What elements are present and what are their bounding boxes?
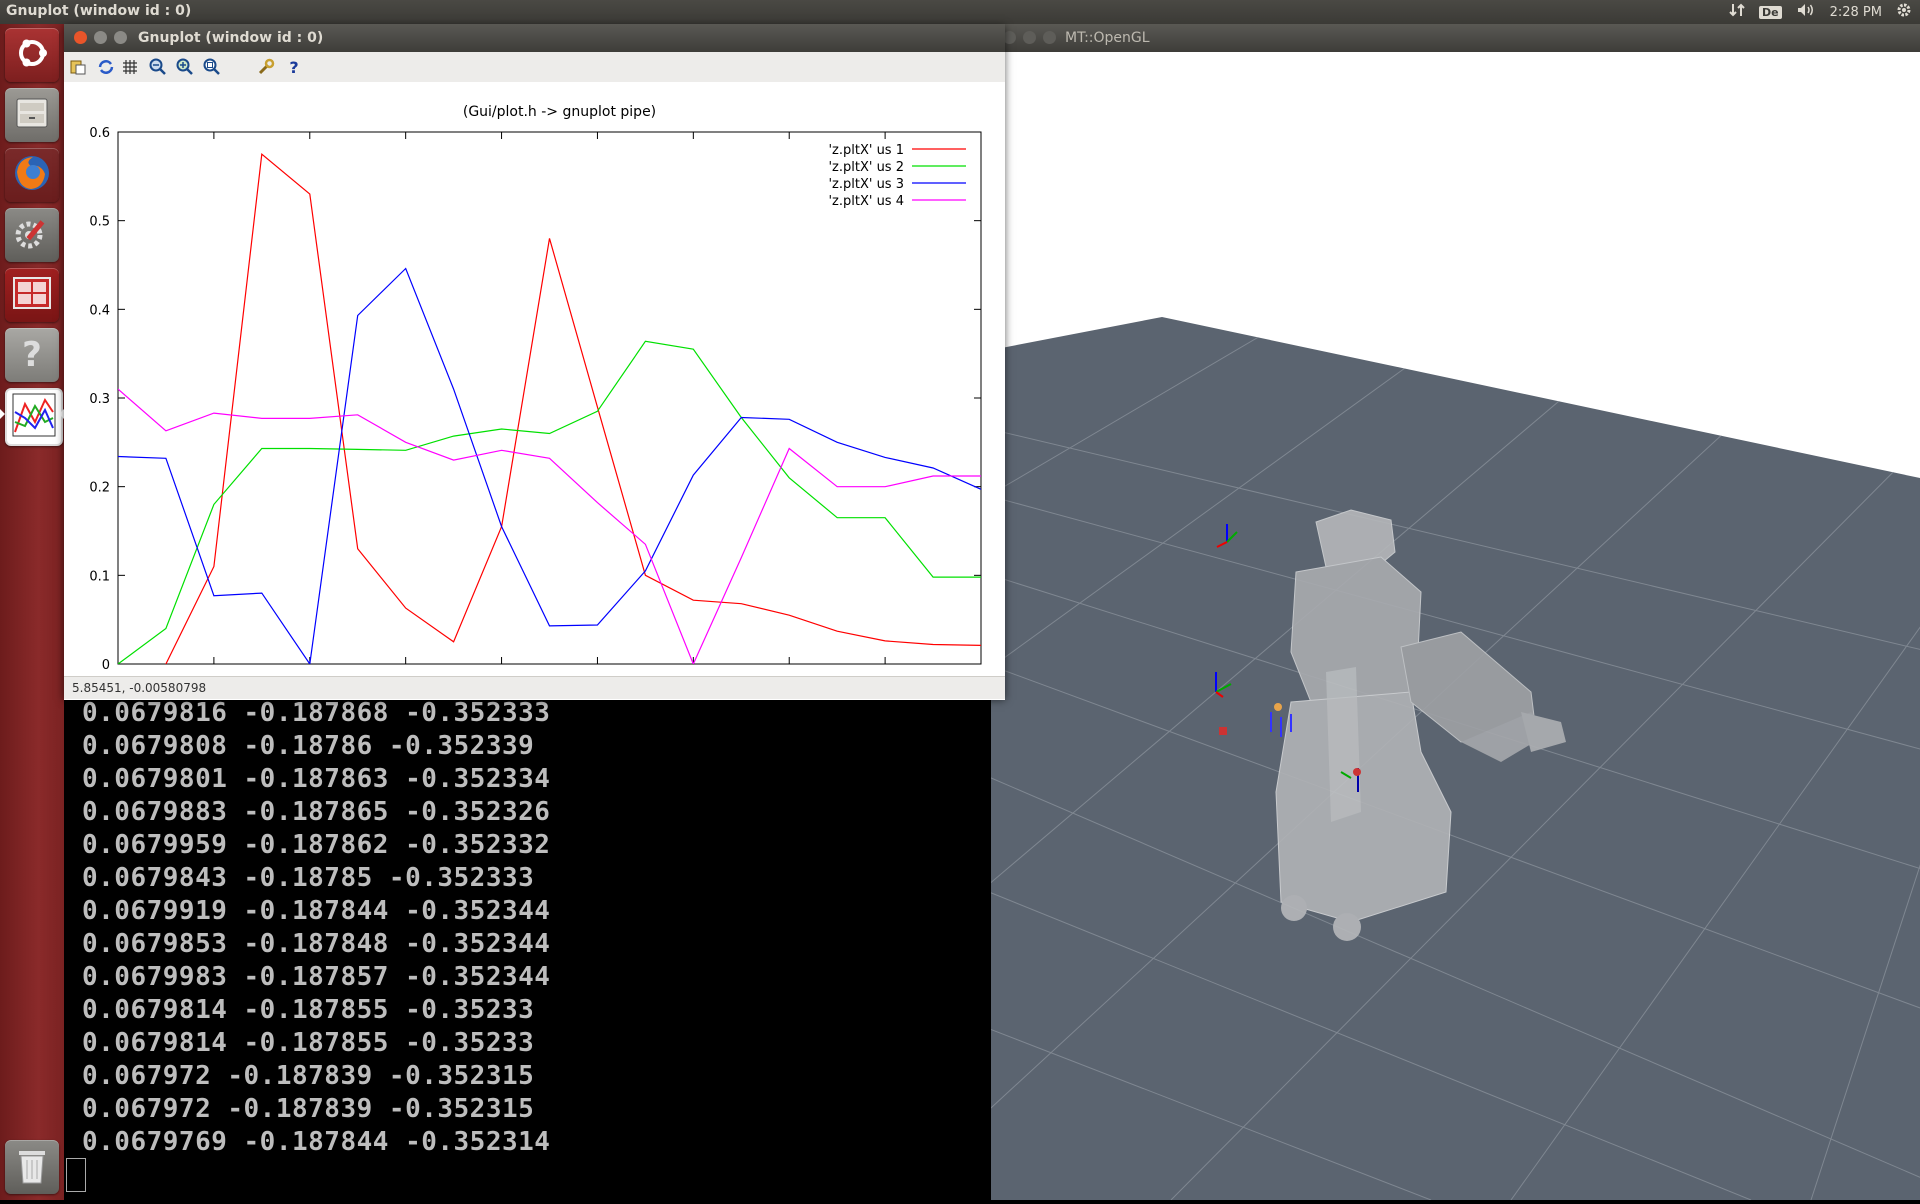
plot-frame [117,131,982,665]
maximize-icon[interactable] [114,31,127,44]
launcher-item-workspaces[interactable] [5,268,59,322]
terminal-line: 0.0679801 -0.187863 -0.352334 [82,764,551,794]
opengl-titlebar[interactable]: MT::OpenGL [991,24,1920,52]
floor-plane [991,317,1920,1200]
legend-label: 'z.pltX' us 4 [828,194,904,209]
gnuplot-window[interactable]: Gnuplot (window id : 0) ? (Gui/plot.h ->… [64,24,1005,700]
launcher-item-settings[interactable] [5,208,59,262]
gnuplot-titlebar[interactable]: Gnuplot (window id : 0) [64,24,1005,52]
series-line-3 [118,267,981,664]
launcher-item-gnuplot[interactable] [5,388,63,446]
terminal-line: 0.0679816 -0.187868 -0.352333 [82,698,551,728]
active-window-title: Gnuplot (window id : 0) [6,3,192,19]
series-line-4 [118,388,981,664]
y-tick-label: 0.1 [89,569,110,584]
y-tick-label: 0.3 [89,392,110,407]
grid-icon[interactable] [120,57,140,77]
legend-label: 'z.pltX' us 2 [828,160,904,175]
launcher-item-dash[interactable] [5,28,59,82]
zoom-next-icon[interactable] [175,57,195,77]
replot-icon[interactable] [96,57,116,77]
terminal-line: 0.0679769 -0.187844 -0.352314 [82,1127,551,1157]
copy-to-clipboard-icon[interactable] [68,57,88,77]
launcher-item-files[interactable] [5,88,59,142]
clock[interactable]: 2:28 PM [1830,5,1882,20]
question-mark-icon: ? [22,335,42,375]
configure-icon[interactable] [256,57,276,77]
firefox-icon [11,152,53,198]
terminal-line: 0.0679808 -0.18786 -0.352339 [82,731,535,761]
minimize-icon[interactable] [1023,31,1036,44]
opengl-canvas[interactable] [991,52,1920,1200]
network-icon[interactable] [1729,2,1745,22]
terminal-line: 0.0679843 -0.18785 -0.352333 [82,863,535,893]
terminal-line: 0.067972 -0.187839 -0.352315 [82,1094,535,1124]
status-bar: 5.85451, -0.00580798 [64,676,1005,699]
maximize-icon[interactable] [1043,31,1056,44]
legend-label: 'z.pltX' us 3 [828,177,904,192]
gnuplot-window-title: Gnuplot (window id : 0) [138,30,324,46]
series-line-2 [118,340,981,664]
gear-icon[interactable] [1896,2,1912,22]
launcher-item-trash[interactable] [5,1140,59,1194]
help-icon[interactable]: ? [284,57,304,77]
terminal-line: 0.0679919 -0.187844 -0.352344 [82,896,551,926]
line-chart: (Gui/plot.h -> gnuplot pipe)024681012141… [89,104,989,690]
opengl-window[interactable]: MT::OpenGL [991,24,1920,1200]
terminal-line: 0.0679814 -0.187855 -0.35233 [82,995,535,1025]
minimize-icon[interactable] [94,31,107,44]
terminal-cursor [66,1158,86,1192]
plot-area[interactable]: (Gui/plot.h -> gnuplot pipe)024681012141… [64,82,1005,700]
cursor-coordinates: 5.85451, -0.00580798 [72,681,207,695]
y-tick-label: 0.2 [89,481,110,496]
y-tick-label: 0.4 [89,303,110,318]
autoscale-icon[interactable] [202,57,222,77]
legend-label: 'z.pltX' us 1 [828,143,904,158]
trash-icon [14,1145,50,1189]
gnuplot-toolbar: ? [64,52,1005,83]
ubuntu-logo-icon [13,34,51,76]
workspace-grid-icon [12,276,52,314]
launcher-active-indicator [0,409,5,419]
series-line-1 [165,153,981,664]
y-tick-label: 0.5 [89,215,110,230]
terminal-line: 0.0679983 -0.187857 -0.352344 [82,962,551,992]
zoom-previous-icon[interactable] [148,57,168,77]
settings-tools-icon [12,213,52,257]
unity-launcher: ? [0,24,65,1200]
launcher-item-unknown[interactable]: ? [5,328,59,382]
system-tray: De 2:28 PM [1729,0,1912,24]
terminal-line: 0.0679814 -0.187855 -0.35233 [82,1028,535,1058]
launcher-item-firefox[interactable] [5,148,59,202]
close-icon[interactable] [74,31,87,44]
y-tick-label: 0.6 [89,126,110,141]
y-tick-label: 0 [102,658,110,673]
volume-icon[interactable] [1796,2,1816,22]
terminal-line: 0.0679959 -0.187862 -0.352332 [82,830,551,860]
top-panel: Gnuplot (window id : 0) De 2:28 PM [0,0,1920,24]
keyboard-layout-indicator[interactable]: De [1759,5,1782,19]
chart-title: (Gui/plot.h -> gnuplot pipe) [463,104,656,120]
terminal-line: 0.0679883 -0.187865 -0.352326 [82,797,551,827]
graph-icon [11,392,57,442]
terminal-line: 0.0679853 -0.187848 -0.352344 [82,929,551,959]
terminal-line: 0.067972 -0.187839 -0.352315 [82,1061,535,1091]
opengl-window-title: MT::OpenGL [1065,30,1150,46]
terminal-window[interactable]: 0.0679816 -0.187868 -0.352333 0.0679808 -… [64,698,991,1200]
file-cabinet-icon [12,93,52,137]
